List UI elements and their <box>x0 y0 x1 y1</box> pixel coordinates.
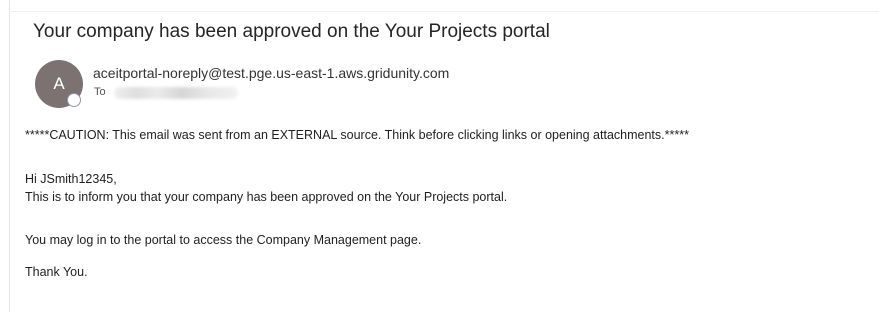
email-body-line-2: You may log in to the portal to access t… <box>25 233 422 247</box>
email-body-line-1: This is to inform you that your company … <box>25 190 508 204</box>
header-divider <box>9 11 879 12</box>
email-greeting: Hi JSmith12345, <box>25 172 117 186</box>
email-closing: Thank You. <box>25 265 88 279</box>
presence-status-icon <box>67 93 81 107</box>
sender-address[interactable]: aceitportal-noreply@test.pge.us-east-1.a… <box>93 65 449 81</box>
caution-banner-text: *****CAUTION: This email was sent from a… <box>25 128 689 142</box>
recipient-redacted <box>114 87 238 99</box>
email-subject: Your company has been approved on the Yo… <box>33 21 550 42</box>
avatar-initial: A <box>53 74 65 93</box>
to-label: To <box>94 86 106 98</box>
reading-pane-left-border <box>9 0 10 312</box>
